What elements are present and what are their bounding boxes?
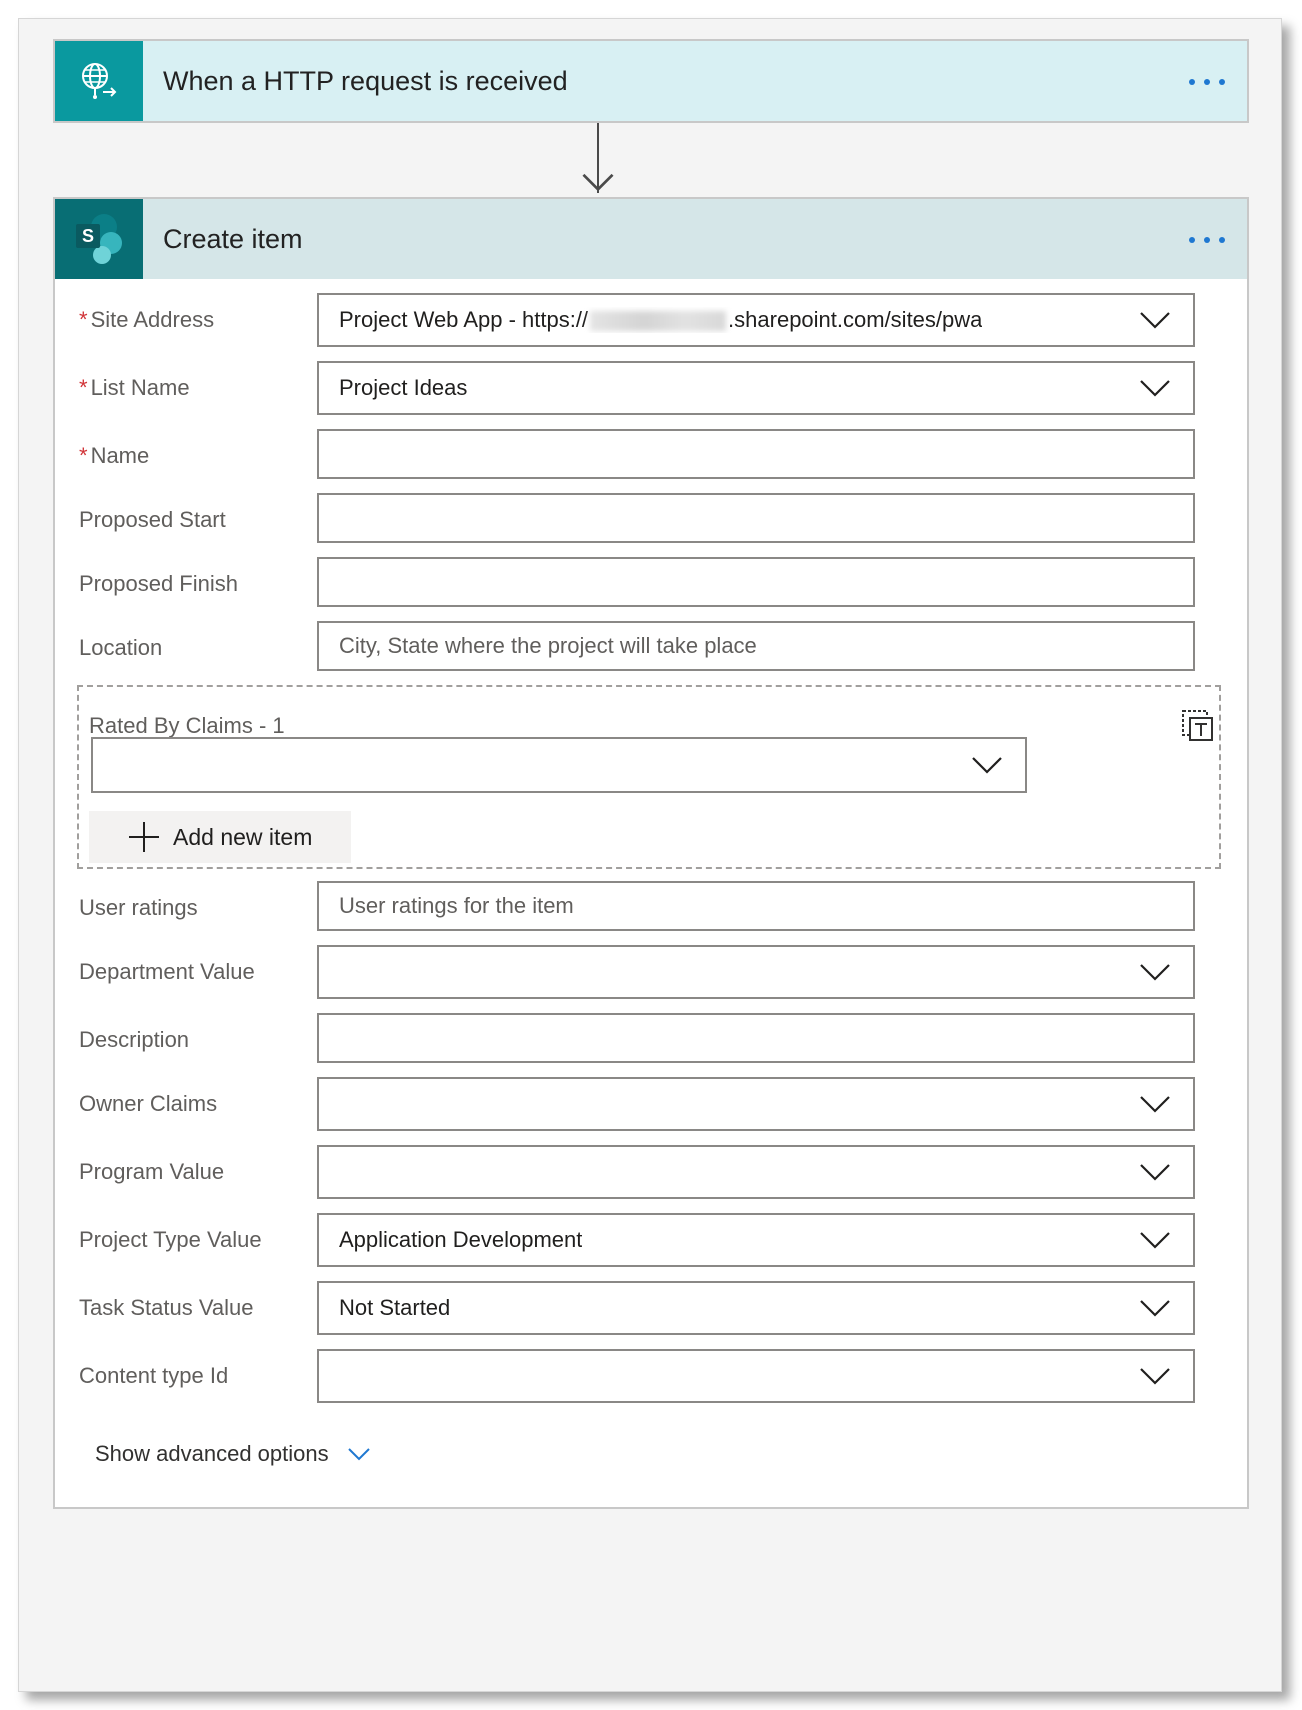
program-value-dropdown[interactable] [317,1145,1195,1199]
flow-designer-canvas: When a HTTP request is received S Create… [18,18,1282,1692]
department-value-dropdown[interactable] [317,945,1195,999]
dot-icon [1189,79,1195,85]
user-ratings-input[interactable]: User ratings for the item [317,881,1195,931]
dot-icon [1204,79,1210,85]
rated-by-claims-label: Rated By Claims - 1 [89,713,285,738]
proposed-finish-input[interactable] [317,557,1195,607]
chevron-down-icon [1140,1232,1170,1249]
action-title: Create item [163,223,303,254]
dot-icon [1204,237,1210,243]
add-new-item-label: Add new item [173,823,313,850]
plus-icon [129,822,159,852]
chevron-down-icon [347,1448,370,1461]
name-input[interactable] [317,429,1195,479]
redacted-tenant [590,311,727,332]
proposed-start-label: Proposed Start [79,507,226,532]
program-value-label: Program Value [79,1159,225,1184]
proposed-finish-label: Proposed Finish [79,571,238,596]
dot-icon [1219,237,1225,243]
task-status-value-dropdown[interactable]: Not Started [317,1281,1195,1335]
site-address-label: * Site Address [79,307,215,332]
proposed-start-input[interactable] [317,493,1195,543]
chevron-down-icon [1140,1164,1170,1181]
list-name-label: * List Name [79,375,190,400]
svg-text:S: S [82,226,94,246]
task-status-value-label: Task Status Value [79,1295,254,1320]
description-label: Description [79,1027,190,1052]
add-new-item-button[interactable]: Add new item [89,811,351,863]
site-address-dropdown[interactable]: Project Web App - https://.sharepoint.co… [317,293,1195,347]
arrow-down-icon [582,173,614,192]
chevron-down-icon [1140,1300,1170,1317]
chevron-down-icon [1140,964,1170,981]
owner-claims-label: Owner Claims [79,1091,218,1116]
department-value-label: Department Value [79,959,255,984]
chevron-down-icon [1140,1368,1170,1385]
project-type-value-label: Project Type Value [79,1227,262,1252]
chevron-down-icon [1140,312,1170,329]
trigger-title: When a HTTP request is received [163,65,568,96]
chevron-down-icon [1140,1096,1170,1113]
switch-to-text-mode-icon[interactable] [1181,709,1215,743]
trigger-more-options-button[interactable] [1189,67,1225,97]
dot-icon [1189,237,1195,243]
chevron-down-icon [972,757,1002,774]
list-name-dropdown[interactable]: Project Ideas [317,361,1195,415]
owner-claims-dropdown[interactable] [317,1077,1195,1131]
show-advanced-options-label: Show advanced options [95,1441,329,1466]
name-label: * Name [79,443,150,468]
show-advanced-options-link[interactable]: Show advanced options [95,1441,371,1467]
action-more-options-button[interactable] [1189,225,1225,255]
content-type-id-dropdown[interactable] [317,1349,1195,1403]
sharepoint-icon: S [55,199,143,279]
rated-by-claims-dropdown[interactable] [91,737,1027,793]
chevron-down-icon [1140,380,1170,397]
location-label: Location [79,635,163,660]
trigger-card[interactable]: When a HTTP request is received [53,39,1249,123]
content-type-id-label: Content type Id [79,1363,229,1388]
user-ratings-label: User ratings [79,895,198,920]
location-input[interactable]: City, State where the project will take … [317,621,1195,671]
dot-icon [1219,79,1225,85]
globe-request-icon [55,41,143,121]
rated-by-claims-array: Rated By Claims - 1 Add new item [77,685,1221,869]
project-type-value-dropdown[interactable]: Application Development [317,1213,1195,1267]
description-input[interactable] [317,1013,1195,1063]
